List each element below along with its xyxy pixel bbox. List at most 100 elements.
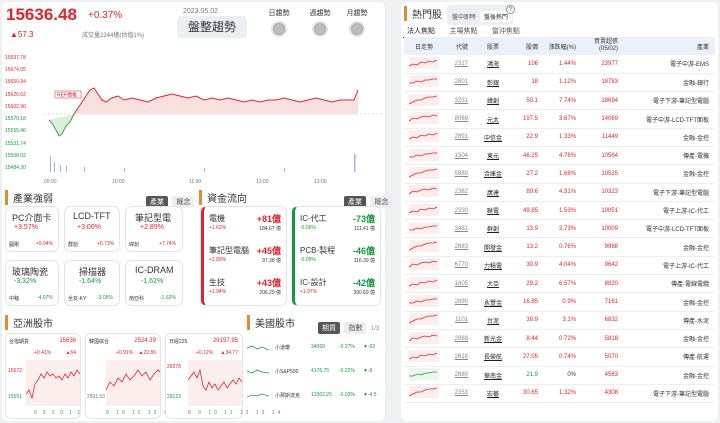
table-row[interactable]: 1605 大亞 29.2 6.57% 8820 傳產-電線電纜 bbox=[404, 274, 715, 294]
row-name[interactable]: 聯電 bbox=[474, 201, 512, 221]
row-code[interactable]: 3481 bbox=[444, 219, 474, 239]
us-chg: ▼-9 bbox=[363, 368, 373, 374]
col-code[interactable]: 代號 bbox=[444, 37, 474, 55]
flow-item-pct: -0.09% bbox=[300, 257, 316, 263]
col-net[interactable]: 買賣超張 (05/02) bbox=[582, 37, 624, 55]
table-row[interactable]: 2890 永豐金 16.85 0.9% 7161 金融-金控 bbox=[404, 292, 715, 312]
col-trend[interactable]: 日走勢 bbox=[404, 37, 444, 55]
sector-card[interactable]: IC-DRAM -1.62% 南亞科 -1.62% bbox=[125, 260, 183, 306]
us-tab-futures[interactable]: 期貨 bbox=[318, 322, 340, 334]
sector-card[interactable]: PC介面卡 +3.57% 圓剛 +9.94% bbox=[5, 206, 59, 252]
us-row[interactable]: 小道瓊 34060 -0.27% ▼-92 bbox=[247, 337, 383, 361]
table-row[interactable]: 2353 宏碁 30.65 1.32% 4308 電子下游-筆記型電腦 bbox=[404, 384, 715, 404]
us-tab-index[interactable]: 指數 bbox=[344, 322, 367, 334]
table-row[interactable]: 6770 力積電 30.9 4.04% 9642 電子上游-IC-代工 bbox=[404, 256, 715, 276]
row-code[interactable]: 2353 bbox=[444, 384, 474, 404]
table-row[interactable]: 3481 群創 13.9 3.73% 10009 電子中游-LCD-TFT面板 bbox=[404, 219, 715, 239]
row-code[interactable]: 5880 bbox=[444, 164, 474, 184]
row-code[interactable]: 2382 bbox=[444, 183, 474, 202]
us-row[interactable]: 小S&P500 4176.75 -0.22% ▼-9 bbox=[247, 361, 383, 385]
row-name[interactable]: 新光金 bbox=[474, 329, 512, 349]
row-code[interactable]: 2801 bbox=[444, 73, 474, 93]
row-name[interactable]: 華南金 bbox=[474, 366, 512, 385]
sector-card-stock-pct: +7.74% bbox=[159, 241, 177, 247]
row-name[interactable]: 大亞 bbox=[474, 274, 512, 294]
row-name[interactable]: 開發金 bbox=[474, 237, 512, 257]
toggle-daily[interactable]: 日趨勢 bbox=[264, 8, 294, 37]
table-row[interactable]: 2317 鴻海 106 1.44% 23977 電子中游-EMS bbox=[404, 55, 715, 74]
row-name[interactable]: 緯創 bbox=[474, 91, 512, 111]
us-row[interactable]: 小那斯達克 13302.25 -0.03% ▼-4.5 bbox=[247, 385, 383, 409]
row-code[interactable]: 1605 bbox=[444, 274, 474, 294]
row-code[interactable]: 1504 bbox=[444, 146, 474, 166]
table-row[interactable]: 2888 新光金 8.44 0.72% 5818 金融-金控 bbox=[404, 329, 715, 349]
table-row[interactable]: 8069 元太 197.5 3.67% 14069 電子中游-LCD-TFT面板 bbox=[404, 109, 715, 129]
row-name[interactable]: 長榮航 bbox=[474, 347, 512, 367]
table-row[interactable]: 2618 長榮航 27.05 0.74% 5070 傳產-航運 bbox=[404, 347, 715, 367]
toggle-weekly[interactable]: 週趨勢 bbox=[305, 8, 335, 37]
toggle-monthly-switch[interactable] bbox=[349, 21, 365, 37]
row-code[interactable]: 1101 bbox=[444, 311, 474, 330]
table-row[interactable]: 1101 台泥 39.9 3.1% 6832 傳產-水泥 bbox=[404, 311, 715, 330]
table-row[interactable]: 2880 華南金 21.9 0% 4583 金融-金控 bbox=[404, 366, 715, 385]
row-code[interactable]: 8069 bbox=[444, 109, 474, 129]
sector-card-stock: 群創 bbox=[68, 242, 79, 248]
asia-chart-card[interactable]: 日經225 29157.95 +0.12% ▲34.77 29278 29123… bbox=[165, 333, 280, 419]
asia-name: 台指期貨 bbox=[9, 339, 30, 345]
table-row[interactable]: 2801 彰銀 18 1.12% 18783 金融-銀行 bbox=[404, 73, 715, 93]
row-name[interactable]: 合庫金 bbox=[474, 164, 512, 184]
sector-card[interactable]: 玻璃陶瓷 -3.32% 中釉 -4.97% bbox=[5, 260, 59, 306]
row-code[interactable]: 2317 bbox=[444, 55, 474, 74]
row-code[interactable]: 2888 bbox=[444, 329, 474, 349]
asia-chart-card[interactable]: 台指期貨 15636 +0.41% ▲64 15672 15551 091011… bbox=[5, 333, 115, 419]
table-row[interactable]: 2330 聯電 49.85 1.53% 10051 電子上游-IC-代工 bbox=[404, 201, 715, 221]
table-row[interactable]: 2883 開發金 13.2 0.76% 9988 金融-金控 bbox=[404, 237, 715, 257]
intraday-chart-svg: 15697.78 15674.05 15650.34 15626.62 1560… bbox=[5, 55, 383, 185]
table-row[interactable]: 2891 中信金 22.9 1.33% 11449 金融-金控 bbox=[404, 128, 715, 147]
col-pct[interactable]: 漲跌幅(%) bbox=[544, 37, 582, 55]
row-name[interactable]: 元太 bbox=[474, 109, 512, 129]
row-name[interactable]: 鴻海 bbox=[474, 55, 512, 74]
row-code[interactable]: 2891 bbox=[444, 128, 474, 147]
asia-chart-card[interactable]: 韓國綜合 2524.39 +0.91% ▲22.86 2501.53 9 10 … bbox=[85, 333, 204, 419]
row-name[interactable]: 永豐金 bbox=[474, 292, 512, 312]
row-industry: 金融-金控 bbox=[624, 292, 715, 312]
col-price[interactable]: 股價 bbox=[512, 37, 544, 55]
row-name[interactable]: 力積電 bbox=[474, 256, 512, 276]
row-sparkline bbox=[408, 313, 439, 326]
subtab-daytrade[interactable]: 當沖焦點 bbox=[488, 26, 524, 37]
row-name[interactable]: 台泥 bbox=[474, 311, 512, 330]
row-name[interactable]: 宏碁 bbox=[474, 384, 512, 404]
col-name[interactable]: 股票 bbox=[474, 37, 512, 55]
toggle-weekly-switch[interactable] bbox=[312, 21, 328, 37]
row-code[interactable]: 2883 bbox=[444, 237, 474, 257]
col-industry[interactable]: 產業 bbox=[624, 37, 715, 55]
row-name[interactable]: 廣達 bbox=[474, 183, 512, 202]
row-name[interactable]: 中信金 bbox=[474, 128, 512, 147]
x-tick: 11:00 bbox=[189, 179, 201, 185]
sector-card[interactable]: LCD-TFT +3.06% 群創 +5.73% bbox=[64, 206, 120, 252]
toggle-daily-switch[interactable] bbox=[271, 21, 287, 37]
help-icon[interactable]: ? bbox=[506, 5, 515, 14]
row-code[interactable]: 2890 bbox=[444, 292, 474, 312]
sector-card[interactable]: 筆記型電 +2.89% 緯創 +7.74% bbox=[125, 206, 183, 252]
toggle-monthly[interactable]: 月趨勢 bbox=[342, 8, 372, 37]
subtab-main[interactable]: 主場焦點 bbox=[445, 26, 481, 37]
row-name[interactable]: 彰銀 bbox=[474, 73, 512, 93]
row-name[interactable]: 東元 bbox=[474, 146, 512, 166]
table-row[interactable]: 2382 廣達 89.6 4.31% 10323 電子下游-筆記型電腦 bbox=[404, 183, 715, 202]
row-code[interactable]: 2330 bbox=[444, 201, 474, 221]
row-code[interactable]: 3231 bbox=[444, 91, 474, 111]
row-code[interactable]: 2880 bbox=[444, 366, 474, 385]
us-page[interactable]: 1/3 bbox=[371, 326, 379, 332]
row-price: 30.65 bbox=[512, 384, 544, 404]
sector-card[interactable]: 掃描器 -1.64% 全友-KY -3.05% bbox=[64, 260, 120, 306]
row-code[interactable]: 2618 bbox=[444, 347, 474, 367]
table-row[interactable]: 1504 東元 46.25 4.76% 10564 傳產-電機 bbox=[404, 146, 715, 166]
row-net: 14069 bbox=[582, 109, 624, 129]
row-price: 39.9 bbox=[512, 311, 544, 330]
row-code[interactable]: 6770 bbox=[444, 256, 474, 276]
row-name[interactable]: 群創 bbox=[474, 219, 512, 239]
table-row[interactable]: 5880 合庫金 27.2 1.68% 10525 金融-金控 bbox=[404, 164, 715, 184]
table-row[interactable]: 3231 緯創 50.1 7.74% 18694 電子下游-筆記型電腦 bbox=[404, 91, 715, 111]
